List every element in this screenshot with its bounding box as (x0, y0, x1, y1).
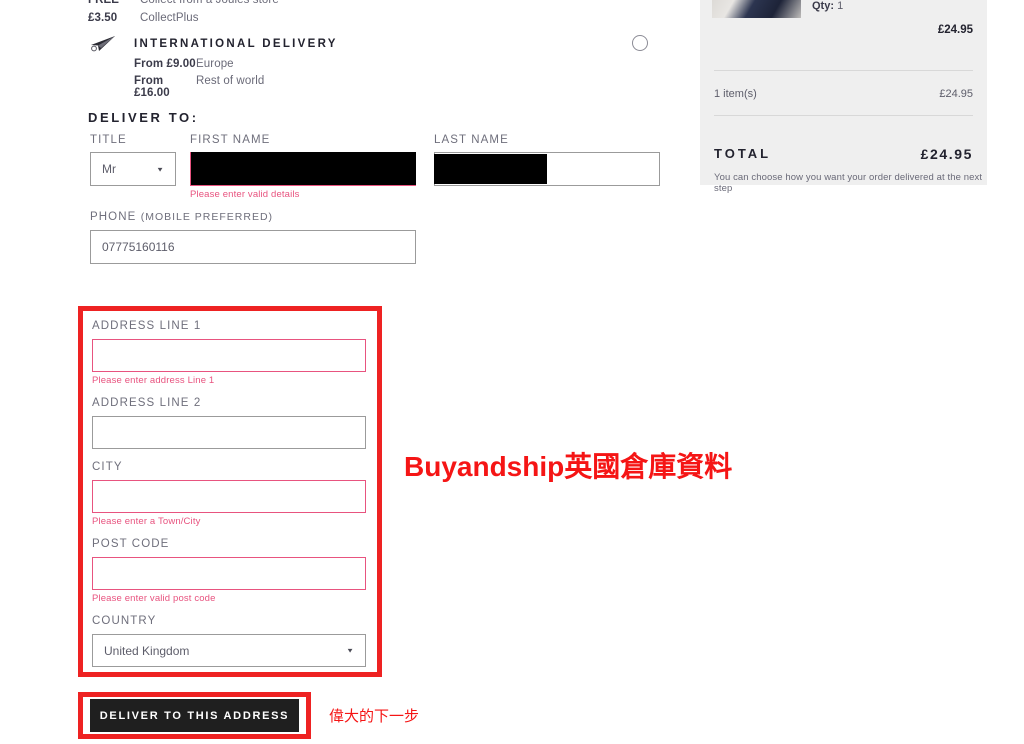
delivery-option-row[interactable]: FREE Collect from a Joules store (88, 0, 648, 12)
deliver-to-heading: DELIVER TO: (88, 110, 199, 125)
summary-items-label: 1 item(s) (714, 88, 757, 100)
post-code-error: Please enter valid post code (92, 593, 216, 604)
international-delivery-radio[interactable] (632, 35, 648, 51)
international-delivery-title: INTERNATIONAL DELIVERY (134, 38, 338, 50)
summary-total-label: TOTAL (714, 146, 772, 161)
phone-label: PHONE (MOBILE PREFERRED) (90, 211, 273, 223)
address-line1-input[interactable] (92, 339, 366, 372)
first-name-label: FIRST NAME (190, 134, 271, 146)
international-delivery-header: INTERNATIONAL DELIVERY (88, 34, 668, 54)
title-select-value: Mr (102, 162, 116, 176)
address-line2-input[interactable] (92, 416, 366, 449)
delivery-option-desc: Rest of world (196, 75, 265, 87)
international-delivery-option[interactable]: INTERNATIONAL DELIVERY From £9.00 Europe… (88, 34, 668, 99)
delivery-option-row[interactable]: £3.50 CollectPlus (88, 12, 648, 30)
product-line-price: £24.95 (937, 24, 973, 36)
international-delivery-rates: From £9.00 Europe From £16.00 Rest of wo… (134, 58, 668, 99)
delivery-option-desc: Collect from a Joules store (140, 0, 279, 6)
city-input[interactable] (92, 480, 366, 513)
delivery-options-standard: FREE Collect from a Joules store £3.50 C… (88, 0, 648, 30)
paper-plane-icon (88, 34, 118, 54)
product-qty: Qty: 1 (812, 0, 843, 12)
last-name-label: LAST NAME (434, 134, 509, 146)
chevron-down-icon: ▼ (346, 646, 354, 655)
delivery-option-row: From £16.00 Rest of world (134, 75, 668, 99)
redaction-bar-last-name (434, 154, 547, 184)
address-line1-label: ADDRESS LINE 1 (92, 320, 202, 332)
checkout-page: FREE Collect from a Joules store £3.50 C… (0, 0, 1024, 744)
country-label: COUNTRY (92, 615, 157, 627)
address-line1-error: Please enter address Line 1 (92, 375, 215, 386)
title-select[interactable]: Mr ▼ (90, 152, 176, 186)
summary-items-price: £24.95 (939, 88, 973, 100)
annotation-next-step-note: 偉大的下一步 (329, 708, 420, 725)
city-label: CITY (92, 461, 123, 473)
summary-total-value: £24.95 (920, 146, 973, 162)
phone-input[interactable]: 07775160116 (90, 230, 416, 264)
product-thumbnail (712, 0, 801, 18)
chevron-down-icon: ▼ (156, 165, 164, 173)
annotation-warehouse-note: Buyandship英國倉庫資料 (404, 451, 733, 482)
summary-delivery-note: You can choose how you want your order d… (714, 172, 983, 194)
delivery-option-price: £3.50 (88, 12, 118, 24)
redaction-bar-first-name (191, 152, 416, 185)
phone-label-sub: (MOBILE PREFERRED) (140, 211, 274, 223)
phone-value: 07775160116 (102, 240, 175, 254)
delivery-option-row: From £9.00 Europe (134, 58, 668, 75)
post-code-label: POST CODE (92, 538, 170, 550)
product-qty-label: Qty: (812, 0, 834, 12)
deliver-to-this-address-button[interactable]: DELIVER TO THIS ADDRESS (90, 699, 299, 732)
order-summary-panel: Size: XL Qty: 1 £24.95 1 item(s) £24.95 … (700, 0, 987, 194)
summary-divider (714, 115, 973, 116)
title-label: TITLE (90, 134, 127, 146)
first-name-error: Please enter valid details (190, 189, 300, 200)
country-select[interactable]: United Kingdom ▼ (92, 634, 366, 667)
phone-label-main: PHONE (90, 211, 141, 223)
delivery-option-price: FREE (88, 0, 120, 6)
product-qty-value: 1 (837, 0, 844, 12)
delivery-option-price: From £16.00 (134, 75, 170, 99)
city-error: Please enter a Town/City (92, 516, 201, 527)
country-select-value: United Kingdom (104, 643, 190, 658)
address-line2-label: ADDRESS LINE 2 (92, 397, 202, 409)
delivery-option-price: From £9.00 (134, 58, 196, 70)
delivery-option-desc: Europe (196, 58, 234, 70)
summary-divider (714, 70, 973, 71)
post-code-input[interactable] (92, 557, 366, 590)
delivery-option-desc: CollectPlus (140, 12, 199, 24)
